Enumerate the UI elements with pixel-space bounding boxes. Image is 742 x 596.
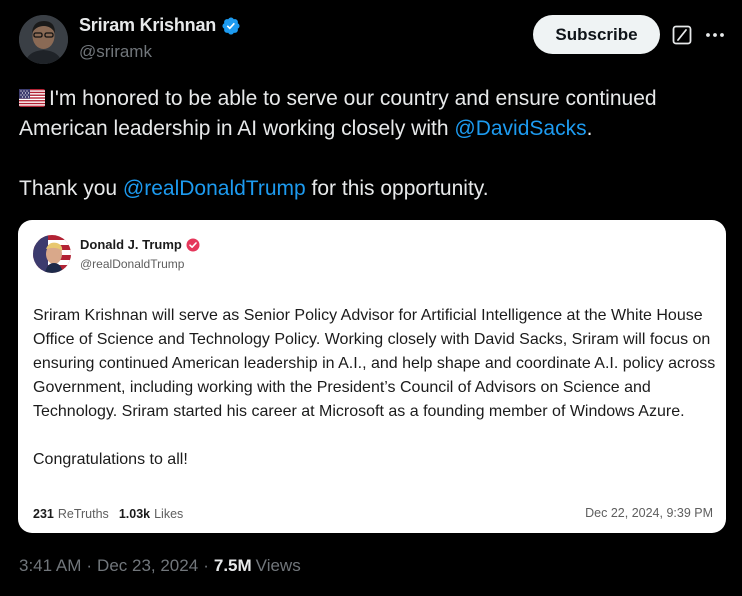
grok-icon[interactable] [672,25,692,45]
tweet-line2-text: Thank you [19,177,123,200]
author-name[interactable]: Sriram Krishnan [79,15,216,36]
avatar-image [19,15,68,64]
tweet-line2-end: for this opportunity. [305,177,489,200]
retruths-count: 231 [33,507,54,521]
tweet-meta: 3:41 AM · Dec 23, 2024 · 7.5M Views [19,556,301,576]
more-icon[interactable] [704,24,726,46]
views-count: 7.5M [213,556,252,575]
quoted-post-card[interactable]: Donald J. Trump @realDonaldTrump Sriram … [18,220,726,533]
meta-separator: · [203,556,209,575]
tweet-header: Sriram Krishnan @sriramk Subscribe [0,0,742,80]
quoted-verified-badge-icon [186,238,200,251]
quoted-post-date: Dec 22, 2024, 9:39 PM [585,506,713,520]
meta-separator: · [86,556,93,575]
quoted-author-avatar [33,235,71,273]
views-label: Views [255,556,301,575]
author-handle[interactable]: @sriramk [79,42,152,62]
quoted-paragraph-2: Congratulations to all! [33,451,188,468]
author-avatar[interactable] [19,15,68,64]
quoted-author-handle: @realDonaldTrump [80,257,185,271]
retruths-label: ReTruths [57,507,109,521]
quoted-stats-row: 231 ReTruths 1.03k Likes Dec 22, 2024, 9… [33,506,713,522]
tweet-line1-end: . [586,117,593,140]
tweet-paragraph-1: I'm honored to be able to serve our coun… [19,84,719,144]
quoted-paragraph-1: Sriram Krishnan will serve as Senior Pol… [33,307,716,420]
quoted-avatar-image [33,235,71,273]
quoted-author-name: Donald J. Trump [80,237,182,252]
quoted-paragraph-gap [33,424,718,448]
quoted-name-row: Donald J. Trump [80,237,200,252]
mention-davidsacks-link[interactable]: @DavidSacks [454,117,586,140]
likes-label: Likes [154,507,184,521]
likes-count: 1.03k [118,507,151,521]
post-time[interactable]: 3:41 AM [19,556,81,576]
quoted-body: Sriram Krishnan will serve as Senior Pol… [33,304,718,472]
verified-badge-icon [222,16,240,35]
tweet-text: I'm honored to be able to serve our coun… [19,84,719,204]
post-date[interactable]: Dec 23, 2024 [97,556,198,576]
us-flag-icon [19,89,45,107]
subscribe-button[interactable]: Subscribe [533,15,660,54]
mention-realdonaldtrump-link[interactable]: @realDonaldTrump [123,177,306,200]
tweet-paragraph-2: Thank you @realDonaldTrump for this oppo… [19,174,719,204]
author-name-row: Sriram Krishnan [79,15,241,36]
